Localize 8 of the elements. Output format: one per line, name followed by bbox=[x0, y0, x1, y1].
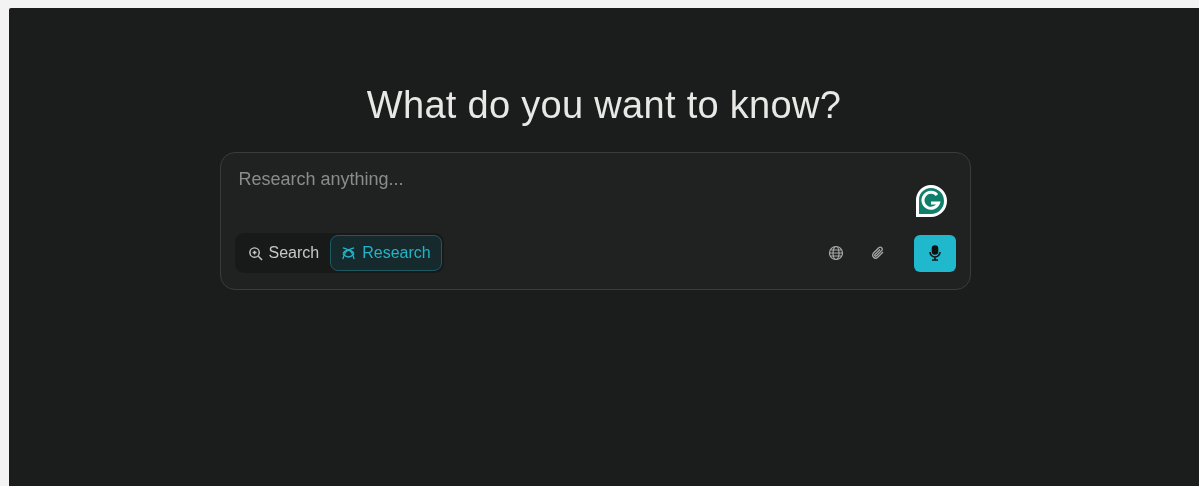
research-mode-tab[interactable]: Research bbox=[330, 235, 442, 271]
magnifier-icon bbox=[247, 245, 263, 261]
page-heading: What do you want to know? bbox=[366, 84, 842, 127]
query-input[interactable]: Research anything... bbox=[234, 167, 843, 192]
microphone-icon bbox=[927, 245, 942, 261]
grammarly-icon[interactable] bbox=[913, 184, 948, 218]
search-mode-tab[interactable]: Search bbox=[236, 235, 331, 271]
microphone-button[interactable] bbox=[913, 234, 956, 272]
